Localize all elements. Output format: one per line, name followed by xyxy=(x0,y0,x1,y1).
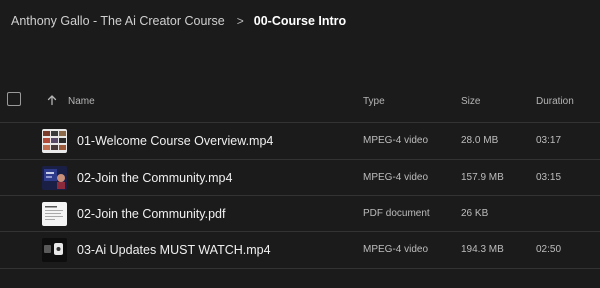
file-type: MPEG-4 video xyxy=(363,244,429,255)
video-thumbnail-screen xyxy=(42,166,67,190)
file-type: MPEG-4 video xyxy=(363,135,429,146)
file-duration: 03:15 xyxy=(536,172,562,183)
file-duration: 02:50 xyxy=(536,244,562,255)
file-size: 194.3 MB xyxy=(461,244,504,255)
row-divider xyxy=(0,268,600,269)
column-header-size[interactable]: Size xyxy=(461,96,480,107)
file-size: 28.0 MB xyxy=(461,135,499,146)
select-all-checkbox[interactable] xyxy=(7,92,21,106)
table-row[interactable]: 02-Join the Community.pdf PDF document 2… xyxy=(0,196,600,232)
video-thumbnail-grid xyxy=(42,129,67,153)
breadcrumb: Anthony Gallo - The Ai Creator Course > … xyxy=(11,12,346,30)
column-header-duration[interactable]: Duration xyxy=(536,96,574,107)
column-header-name[interactable]: Name xyxy=(68,96,95,107)
column-header-type[interactable]: Type xyxy=(363,96,385,107)
breadcrumb-current-folder: 00-Course Intro xyxy=(253,14,347,28)
file-type: MPEG-4 video xyxy=(363,172,429,183)
sort-ascending-arrow-icon[interactable] xyxy=(46,94,58,106)
pdf-thumbnail xyxy=(42,202,67,226)
file-size: 157.9 MB xyxy=(461,172,504,183)
file-name[interactable]: 01-Welcome Course Overview.mp4 xyxy=(77,134,273,148)
table-row[interactable]: 03-Ai Updates MUST WATCH.mp4 MPEG-4 vide… xyxy=(0,232,600,268)
breadcrumb-parent-link[interactable]: Anthony Gallo - The Ai Creator Course xyxy=(11,14,225,28)
table-row[interactable]: 02-Join the Community.mp4 MPEG-4 video 1… xyxy=(0,160,600,196)
file-name[interactable]: 02-Join the Community.mp4 xyxy=(77,171,232,185)
file-name[interactable]: 03-Ai Updates MUST WATCH.mp4 xyxy=(77,243,271,257)
file-name[interactable]: 02-Join the Community.pdf xyxy=(77,207,225,221)
table-row[interactable]: 01-Welcome Course Overview.mp4 MPEG-4 vi… xyxy=(0,123,600,159)
table-header: Name Type Size Duration xyxy=(0,88,600,114)
file-type: PDF document xyxy=(363,208,430,219)
video-thumbnail-dark xyxy=(42,238,67,262)
file-duration: 03:17 xyxy=(536,135,562,146)
breadcrumb-separator: > xyxy=(236,14,244,28)
file-size: 26 KB xyxy=(461,208,489,219)
